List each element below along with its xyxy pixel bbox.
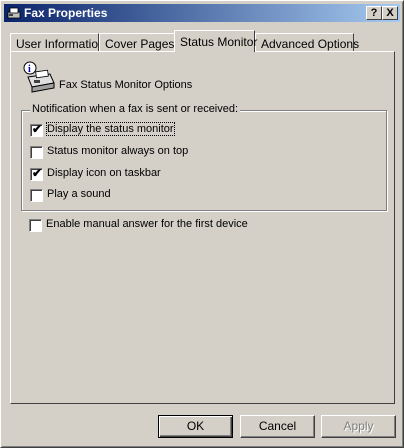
checkbox[interactable]: ✔	[30, 166, 43, 181]
help-button[interactable]: ?	[366, 6, 382, 20]
option-label[interactable]: Play a sound	[47, 188, 111, 200]
option-label[interactable]: Status monitor always on top	[47, 145, 188, 157]
checkbox[interactable]	[30, 146, 43, 159]
tab-label: Cover Pages	[105, 37, 175, 51]
option-label[interactable]: Display icon on taskbar	[47, 167, 161, 179]
tab-label: User Information	[16, 37, 105, 51]
checkbox[interactable]	[30, 189, 43, 202]
cancel-button[interactable]: Cancel	[240, 415, 315, 438]
svg-text:i: i	[28, 64, 31, 75]
notification-group: Notification when a fax is sent or recei…	[21, 103, 387, 211]
option-label[interactable]: Enable manual answer for the first devic…	[46, 218, 248, 230]
close-button[interactable]: X	[382, 6, 398, 20]
tab-label: Status Monitor	[180, 35, 258, 49]
apply-button[interactable]: Apply	[321, 415, 396, 438]
tab-user-information[interactable]: User Information	[10, 33, 105, 52]
status-monitor-panel: i Fax Status Monitor Options Notificatio…	[10, 51, 395, 404]
tab-status-monitor[interactable]: Status Monitor	[174, 30, 258, 52]
checkbox[interactable]	[29, 219, 42, 232]
title-bar: Fax Properties ? X	[4, 4, 400, 22]
checkbox[interactable]: ✔	[30, 122, 43, 137]
tab-label: Advanced Options	[261, 37, 360, 51]
fax-monitor-icon: i	[23, 61, 55, 93]
fax-app-icon	[7, 7, 21, 19]
ok-button[interactable]: OK	[158, 415, 233, 438]
window-title: Fax Properties	[24, 6, 108, 20]
panel-header: i Fax Status Monitor Options	[22, 61, 192, 96]
checkmark-icon: ✔	[32, 166, 43, 180]
checkmark-icon: ✔	[32, 122, 43, 136]
tab-cover-pages[interactable]: Cover Pages	[99, 33, 175, 52]
tab-advanced-options[interactable]: Advanced Options	[255, 33, 359, 52]
option-label[interactable]: Display the status monitor	[46, 122, 175, 136]
panel-title: Fax Status Monitor Options	[59, 79, 193, 91]
fax-properties-dialog: Fax Properties ? X User Information Cove…	[0, 0, 404, 448]
group-label: Notification when a fax is sent or recei…	[30, 103, 241, 115]
